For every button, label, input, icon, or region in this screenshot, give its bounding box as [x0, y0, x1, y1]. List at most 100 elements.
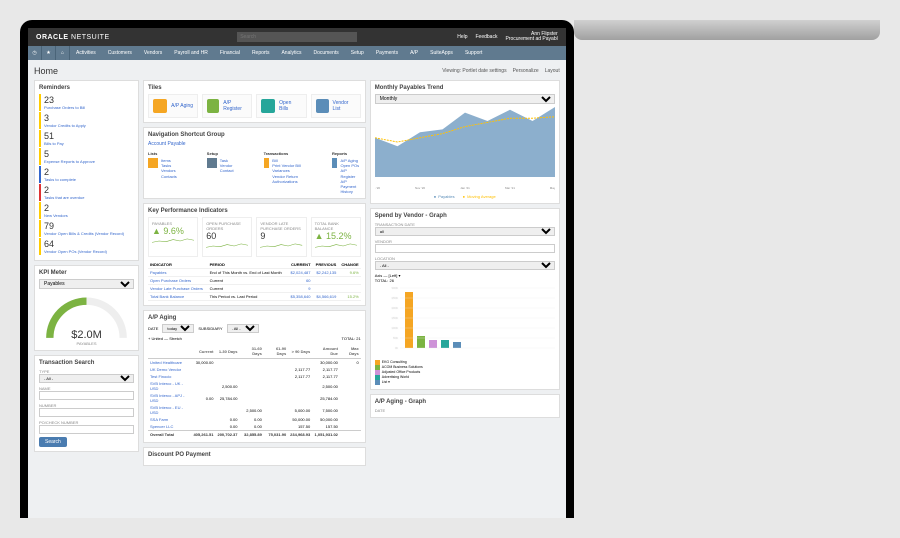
- menubar: ◷ ★ ⌂ Activities Customers Vendors Payro…: [28, 46, 566, 60]
- shortcut-link[interactable]: A/P Payment History: [340, 179, 360, 195]
- kpi-card[interactable]: TOTAL BANK BALANCE▲ 15.2%: [311, 217, 361, 257]
- shortcut-icon: [332, 158, 338, 168]
- user-info[interactable]: Ann Flipster Procurement ad Payabl: [505, 32, 557, 43]
- table-row: SVB Interco - APJ - USD0.0025,784.0025,7…: [148, 392, 361, 404]
- kpi-card[interactable]: VENDOR LATE PURCHASE ORDERS9: [256, 217, 306, 257]
- logo: ORACLE NETSUITE: [36, 34, 110, 41]
- aging-sub-select[interactable]: - All -: [227, 324, 259, 333]
- help-link[interactable]: Help: [457, 34, 467, 40]
- menu-payroll[interactable]: Payroll and HR: [168, 50, 214, 56]
- svg-text:Mar '21: Mar '21: [505, 186, 515, 190]
- kpi-table: INDICATORPERIODCURRENTPREVIOUSCHANGE Pay…: [148, 261, 361, 301]
- tsearch-name[interactable]: [39, 391, 134, 400]
- reminders-title: Reminders: [39, 85, 134, 91]
- spend-chart: 0k50k100k150k200k250k300k: [375, 283, 555, 358]
- table-row: Overall Total405,261.51200,702.3732,855.…: [148, 431, 361, 439]
- reminder-item[interactable]: 2Tasks to complete: [39, 166, 134, 183]
- reminder-item[interactable]: 64Vendor Open POs (Vendor Record): [39, 238, 134, 255]
- reminder-item[interactable]: 5Expense Reports to Approve: [39, 148, 134, 165]
- discount-title: Discount PO Payment: [148, 452, 361, 458]
- star-icon[interactable]: ★: [42, 46, 56, 60]
- svg-text:May '21: May '21: [550, 186, 555, 190]
- menu-reports[interactable]: Reports: [246, 50, 276, 56]
- tile-ap-aging[interactable]: A/P Aging: [148, 94, 198, 118]
- viewing-link[interactable]: Viewing: Portlet date settings: [442, 68, 506, 74]
- shortcut-link[interactable]: A/P Register: [340, 168, 360, 178]
- table-row: United Healthcare30,000.0030,000.000: [148, 359, 361, 367]
- legend-item[interactable]: List ▾: [375, 380, 555, 385]
- layout-link[interactable]: Layout: [545, 68, 560, 74]
- bills-icon: [261, 99, 275, 113]
- menu-vendors[interactable]: Vendors: [138, 50, 168, 56]
- svg-text:Nov '20: Nov '20: [415, 186, 425, 190]
- kpi-title: Key Performance Indicators: [148, 208, 361, 214]
- reminder-item[interactable]: 51Bills to Pay: [39, 130, 134, 147]
- discount-portlet: Discount PO Payment: [143, 447, 366, 466]
- menu-financial[interactable]: Financial: [214, 50, 246, 56]
- kpi-meter-select[interactable]: Payables: [39, 279, 134, 289]
- home-icon[interactable]: ⌂: [56, 46, 70, 60]
- shortcut-link[interactable]: Vendor Return Authorizations: [272, 174, 302, 184]
- global-search-input[interactable]: [237, 32, 357, 42]
- shortcut-icon: [148, 158, 158, 168]
- tsearch-number[interactable]: [39, 408, 134, 417]
- spend-title: Spend by Vendor - Graph: [375, 213, 555, 219]
- tile-vendor-list[interactable]: Vendor List: [311, 94, 361, 118]
- legend-payables: Payables: [434, 194, 455, 199]
- tile-ap-register[interactable]: A/P Register: [202, 94, 252, 118]
- shortcut-link[interactable]: Contacts: [161, 174, 177, 179]
- reminder-item[interactable]: 79Vendor Open Bills & Credits (Vendor Re…: [39, 220, 134, 237]
- menu-payments[interactable]: Payments: [370, 50, 404, 56]
- reminder-item[interactable]: 2New Vendors: [39, 202, 134, 219]
- menu-documents[interactable]: Documents: [307, 50, 344, 56]
- legend-movavg: Moving Average: [463, 194, 496, 199]
- shortcut-link[interactable]: Contact: [220, 168, 234, 173]
- doc-icon: [153, 99, 167, 113]
- aging-date-select[interactable]: today: [162, 324, 194, 333]
- aging-view[interactable]: + United — Stretch: [148, 336, 182, 341]
- spend-location[interactable]: - All -: [375, 261, 555, 270]
- ap-aging-portlet: A/P Aging DATE today SUBSIDIARY - All - …: [143, 310, 366, 443]
- shortcuts-subtitle: Account Payable: [148, 141, 361, 147]
- table-row: PayablesEnd of This Month vs. End of Las…: [148, 269, 361, 277]
- register-icon: [207, 99, 219, 113]
- menu-support[interactable]: Support: [459, 50, 489, 56]
- trend-select[interactable]: Monthly: [375, 94, 555, 104]
- tiles-portlet: Tiles A/P Aging A/P Register Open Bills …: [143, 80, 366, 123]
- menu-analytics[interactable]: Analytics: [275, 50, 307, 56]
- aging-graph-title: A/P Aging - Graph: [375, 399, 555, 405]
- trend-title: Monthly Payables Trend: [375, 85, 555, 91]
- kpi-card[interactable]: PAYABLES▲ 9.6%: [148, 217, 198, 257]
- kpi-card[interactable]: OPEN PURCHASE ORDERS60: [202, 217, 252, 257]
- table-row: Total Bank BalanceThis Period vs. Last P…: [148, 293, 361, 301]
- reminder-item[interactable]: 2Tasks that are overdue: [39, 184, 134, 201]
- menu-activities[interactable]: Activities: [70, 50, 102, 56]
- tsearch-pocheck[interactable]: [39, 425, 134, 434]
- svg-text:300k: 300k: [391, 286, 398, 290]
- shortcuts-portlet: Navigation Shortcut Group Account Payabl…: [143, 127, 366, 199]
- spend-portlet: Spend by Vendor - Graph TRANSACTION DATE…: [370, 208, 560, 390]
- table-row: Test Finocio2,117.772,117.77: [148, 373, 361, 380]
- personalize-link[interactable]: Personalize: [513, 68, 539, 74]
- menu-ap[interactable]: A/P: [404, 50, 424, 56]
- tile-open-bills[interactable]: Open Bills: [256, 94, 306, 118]
- tsearch-title: Transaction Search: [39, 360, 134, 366]
- aging-graph-portlet: A/P Aging - Graph DATE: [370, 394, 560, 418]
- transaction-search-portlet: Transaction Search TYPE- All - NAME NUMB…: [34, 355, 139, 452]
- table-row: Vendor Late Purchase OrdersCurrent9: [148, 285, 361, 293]
- menu-suiteapps[interactable]: SuiteApps: [424, 50, 459, 56]
- shortcut-link[interactable]: Print Vendor Bill Variances: [272, 163, 302, 173]
- spend-vendor[interactable]: [375, 244, 555, 253]
- tsearch-type[interactable]: - All -: [39, 374, 134, 383]
- clock-icon[interactable]: ◷: [28, 46, 42, 60]
- spend-date[interactable]: all: [375, 227, 555, 236]
- feedback-link[interactable]: Feedback: [476, 34, 498, 40]
- menu-setup[interactable]: Setup: [345, 50, 370, 56]
- svg-text:0k: 0k: [395, 346, 399, 350]
- reminder-item[interactable]: 3Vendor Credits to Apply: [39, 112, 134, 129]
- kpi-meter-portlet: KPI Meter Payables $2.0M PAYABLES: [34, 265, 139, 351]
- tsearch-button[interactable]: Search: [39, 437, 67, 447]
- menu-customers[interactable]: Customers: [102, 50, 138, 56]
- reminder-item[interactable]: 23Purchase Orders to Bill: [39, 94, 134, 111]
- aging-table: Current1-30 Days31-60 Days61-90 Days> 90…: [148, 344, 361, 438]
